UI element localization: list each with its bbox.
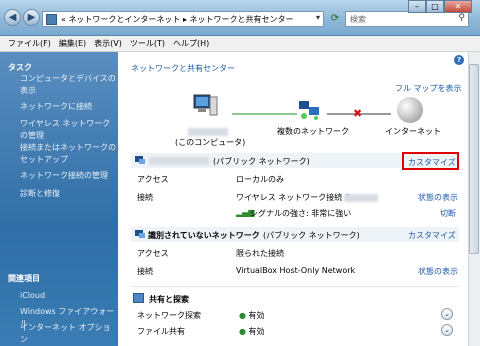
menu-edit[interactable]: 編集(E) [59,38,86,49]
status-dot-icon: ● [239,311,246,320]
search-placeholder: 検索 [350,15,366,24]
sidebar-item-connect[interactable]: ネットワークに接続 [20,101,116,113]
access-label: アクセス [137,175,169,184]
back-button[interactable]: ◀ [4,9,21,26]
menu-tools[interactable]: ツール(T) [130,38,165,49]
sidebar-item-manage-wireless[interactable]: ワイヤレス ネットワークの管理 [20,118,116,142]
connection-name-suffix [344,193,378,202]
menu-help[interactable]: ヘルプ(H) [173,38,209,49]
page-title: ネットワークと共有センター [131,64,235,73]
divider [131,286,459,287]
sidebar: タスク コンピュータとデバイスの表示 ネットワークに接続 ワイヤレス ネットワー… [0,52,118,346]
map-link-line [232,113,297,115]
network-name-2: 識別されていないネットワーク [148,231,260,240]
sharing-icon [133,293,144,303]
chevron-down-icon[interactable]: ⌄ [441,324,453,336]
related-header: 関連項目 [8,274,40,283]
network-type: (パブリック ネットワーク) [213,157,310,166]
access-value-2: 限られた接続 [236,249,284,258]
maximize-button[interactable]: □ [426,0,444,13]
sidebar-item-manage-connections[interactable]: ネットワーク接続の管理 [20,170,116,182]
network-discovery-status: ● 有効 [239,310,265,321]
connection-label-2: 接続 [137,267,153,276]
view-status-link[interactable]: 状態の表示 [418,192,458,203]
status-dot-icon: ● [239,327,246,336]
connection-label: 接続 [137,193,153,202]
chevron-down-icon[interactable]: ▾ [316,13,320,22]
back-arrow-icon: ◀ [8,12,17,23]
tasks-header: タスク [8,63,32,72]
access-value: ローカルのみ [236,175,284,184]
sidebar-item-view-devices[interactable]: コンピュータとデバイスの表示 [20,73,116,97]
search-icon[interactable]: ⚲ [458,13,465,23]
menu-view[interactable]: 表示(V) [94,38,122,49]
computer-icon [190,93,220,117]
address-bar[interactable]: « ネットワークとインターネット ▸ ネットワークと共有センター ▾ [42,11,324,27]
forward-button[interactable]: ▶ [23,9,40,26]
multiple-networks-icon [297,98,323,122]
customize-link-2[interactable]: カスタマイズ [408,230,456,241]
minimize-button[interactable]: – [408,0,426,13]
network-type-2: (パブリック ネットワーク) [263,231,360,240]
sidebar-item-diagnose[interactable]: 診断と修復 [20,188,116,200]
connection-value-2: VirtualBox Host-Only Network [236,266,356,275]
signal-strength-text: シグナルの強さ: 非常に強い [250,209,352,218]
control-panel-icon [46,14,57,25]
computer-name [178,127,240,136]
file-sharing-value: 有効 [248,327,265,336]
menu-bar: ファイル(F) 編集(E) 表示(V) ツール(T) ヘルプ(H) [0,36,480,52]
internet-label: インターネット [385,127,441,136]
wireless-network-icon [134,155,146,165]
sidebar-item-setup-connection[interactable]: 接続またはネットワークのセットアップ [20,142,116,166]
connection-value: ワイヤレス ネットワーク接続 6 [236,193,350,202]
computer-label: (このコンピュータ) [175,138,246,147]
file-sharing-label: ファイル共有 [137,327,185,336]
title-bar: ◀ ▶ « ネットワークとインターネット ▸ ネットワークと共有センター ▾ ⟳… [0,0,480,36]
breadcrumb[interactable]: « ネットワークとインターネット ▸ ネットワークと共有センター [61,14,294,25]
internet-globe-icon [397,97,423,123]
sidebar-item-icloud[interactable]: iCloud [20,290,116,302]
network-name [149,156,209,165]
refresh-icon[interactable]: ⟳ [327,11,343,27]
sharing-header: 共有と探索 [149,295,189,304]
full-map-link[interactable]: フル マップを表示 [395,83,462,94]
network-discovery-value: 有効 [248,311,265,320]
menu-file[interactable]: ファイル(F) [8,38,51,49]
window-controls: – □ ✕ [408,0,472,14]
view-status-link-2[interactable]: 状態の表示 [418,266,458,277]
disconnect-link[interactable]: 切断 [440,208,456,219]
access-label-2: アクセス [137,249,169,258]
sidebar-item-internet-options[interactable]: インターネット オプション [20,322,116,346]
wired-network-icon [134,229,146,239]
close-button[interactable]: ✕ [444,0,472,13]
disconnected-x-icon: ✖ [353,107,363,120]
multiple-networks-label: 複数のネットワーク [277,127,349,136]
network-discovery-label: ネットワーク探索 [137,311,201,320]
forward-arrow-icon: ▶ [27,12,36,23]
file-sharing-status: ● 有効 [239,326,265,337]
help-icon[interactable]: ? [454,55,464,65]
highlight-box [402,152,459,170]
scrollbar-thumb[interactable] [469,64,479,254]
chevron-down-icon[interactable]: ⌄ [441,308,453,320]
